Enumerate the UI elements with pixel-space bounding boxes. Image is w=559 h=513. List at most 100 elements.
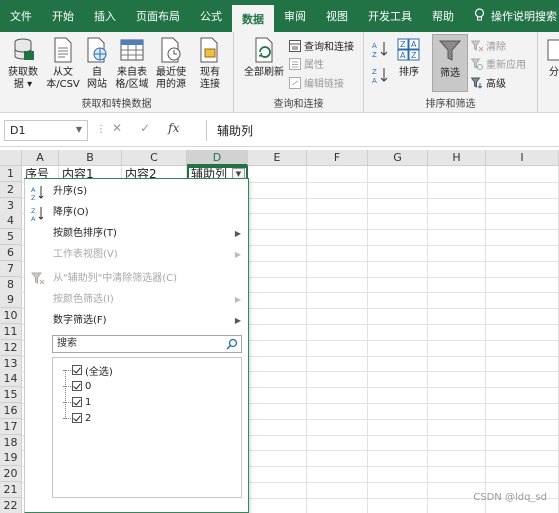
row-header-9[interactable]: 9 — [0, 292, 22, 309]
svg-text:Z: Z — [411, 51, 417, 60]
tab-review[interactable]: 审阅 — [274, 0, 316, 32]
search-icon[interactable] — [226, 338, 238, 350]
row-header-3[interactable]: 3 — [0, 197, 22, 214]
menu-number-filters[interactable]: 数字筛选(F) ▶ — [25, 311, 248, 331]
clear-filter-icon — [470, 39, 483, 52]
list-item-2[interactable]: 2 — [63, 410, 91, 426]
get-data-button[interactable]: 获取数 据 ▾ — [4, 36, 42, 91]
tab-data[interactable]: 数据 — [232, 5, 274, 32]
sort-button[interactable]: ZAAZ 排序 — [394, 36, 424, 79]
row-header-5[interactable]: 5 — [0, 229, 22, 246]
column-header-e[interactable]: E — [248, 150, 307, 166]
menu-filter-by-color[interactable]: 按颜色筛选(I) ▶ — [25, 290, 248, 310]
filter-value-list[interactable]: (全选) 0 1 2 — [52, 357, 242, 498]
tell-me-search[interactable]: 操作说明搜索 — [464, 0, 559, 32]
reapply-button[interactable]: 重新应用 — [470, 56, 526, 71]
row-header-20[interactable]: 20 — [0, 466, 22, 483]
menu-sort-descending[interactable]: ZA 降序(O) — [25, 203, 248, 223]
row-header-18[interactable]: 18 — [0, 434, 22, 451]
menu-sort-ascending[interactable]: AZ 升序(S) — [25, 182, 248, 202]
queries-connections-button[interactable]: 查询和连接 — [288, 38, 354, 53]
row-header-12[interactable]: 12 — [0, 339, 22, 356]
tab-help[interactable]: 帮助 — [422, 0, 464, 32]
menu-sheet-view[interactable]: 工作表视图(V) ▶ — [25, 245, 248, 265]
column-header-h[interactable]: H — [428, 150, 486, 166]
link-icon — [288, 76, 301, 89]
row-header-17[interactable]: 17 — [0, 418, 22, 435]
column-header-a[interactable]: A — [22, 150, 59, 166]
column-header-c[interactable]: C — [122, 150, 187, 166]
chevron-down-icon[interactable]: ▼ — [76, 125, 82, 134]
row-header-16[interactable]: 16 — [0, 403, 22, 419]
tab-developer[interactable]: 开发工具 — [358, 0, 422, 32]
tab-home[interactable]: 开始 — [42, 0, 84, 32]
tab-file[interactable]: 文件 — [0, 0, 42, 32]
from-web-button[interactable]: 自 网站 — [82, 36, 112, 91]
properties-button[interactable]: 属性 — [288, 56, 324, 71]
svg-text:A: A — [372, 77, 377, 84]
from-table-range-button[interactable]: 来自表 格/区域 — [112, 36, 152, 91]
row-header-10[interactable]: 10 — [0, 308, 22, 325]
from-text-csv-button[interactable]: 从文 本/CSV — [44, 36, 82, 91]
svg-text:Z: Z — [31, 207, 36, 215]
column-header-f[interactable]: F — [307, 150, 368, 166]
row-header-19[interactable]: 19 — [0, 450, 22, 467]
sort-ascending-button[interactable]: AZ — [372, 40, 391, 58]
tab-formulas[interactable]: 公式 — [190, 0, 232, 32]
refresh-all-button[interactable]: 全部刷新 — [240, 36, 288, 79]
checkbox-checked-icon[interactable] — [72, 413, 82, 423]
row-header-7[interactable]: 7 — [0, 260, 22, 277]
list-item-0[interactable]: 0 — [63, 378, 91, 394]
row-header-13[interactable]: 13 — [0, 355, 22, 372]
existing-connections-button[interactable]: 现有 连接 — [194, 36, 226, 91]
row-header-22[interactable]: 22 — [0, 497, 22, 513]
column-header-i[interactable]: I — [486, 150, 559, 166]
row-header-8[interactable]: 8 — [0, 276, 22, 293]
svg-text:A: A — [372, 42, 377, 50]
formula-bar-grip-icon: ⋮ — [96, 124, 106, 135]
recent-sources-button[interactable]: 最近使 用的源 — [152, 36, 190, 91]
submenu-arrow-icon: ▶ — [234, 295, 241, 304]
list-item-1[interactable]: 1 — [63, 394, 91, 410]
row-header-1[interactable]: 1 — [0, 166, 22, 182]
tab-insert[interactable]: 插入 — [84, 0, 126, 32]
advanced-filter-button[interactable]: 高级 — [470, 75, 506, 90]
cancel-icon[interactable]: ✕ — [112, 121, 122, 135]
row-header-11[interactable]: 11 — [0, 324, 22, 340]
properties-icon — [288, 57, 301, 70]
list-item-select-all[interactable]: (全选) — [63, 362, 113, 378]
insert-function-icon[interactable]: fx — [168, 121, 179, 135]
checkbox-checked-icon[interactable] — [72, 365, 82, 375]
filter-button[interactable]: 筛选 — [432, 34, 468, 92]
menu-clear-filter[interactable]: 从"辅助列"中清除筛选器(C) — [25, 269, 248, 289]
select-all-corner[interactable] — [0, 150, 22, 166]
sort-za-icon: ZA — [31, 206, 45, 223]
name-box[interactable]: D1 ▼ — [4, 120, 88, 141]
tab-page-layout[interactable]: 页面布局 — [126, 0, 190, 32]
formula-input[interactable]: 辅助列 — [206, 120, 559, 141]
checkbox-checked-icon[interactable] — [72, 397, 82, 407]
row-header-6[interactable]: 6 — [0, 245, 22, 261]
group-label-sort-filter: 排序和筛选 — [425, 99, 476, 110]
menu-sort-by-color[interactable]: 按颜色排序(T) ▶ — [25, 224, 248, 244]
column-header-d[interactable]: D — [187, 150, 248, 166]
text-to-columns-button[interactable]: 分 — [544, 36, 559, 79]
clear-filter-button[interactable]: 清除 — [470, 38, 506, 53]
group-get-transform: 获取数 据 ▾ 从文 本/CSV 自 网站 来自表 格/区域 最近使 用的源 现… — [0, 32, 234, 112]
svg-text:A: A — [400, 51, 406, 60]
ribbon-tab-bar: 文件 开始 插入 页面布局 公式 数据 审阅 视图 开发工具 帮助 操作说明搜索 — [0, 0, 559, 32]
column-header-b[interactable]: B — [59, 150, 122, 166]
tab-view[interactable]: 视图 — [316, 0, 358, 32]
row-header-21[interactable]: 21 — [0, 482, 22, 498]
edit-links-button[interactable]: 编辑链接 — [288, 75, 344, 90]
row-header-14[interactable]: 14 — [0, 371, 22, 388]
row-header-4[interactable]: 4 — [0, 213, 22, 230]
group-label-queries: 查询和连接 — [273, 99, 324, 110]
sort-descending-button[interactable]: ZA — [372, 66, 391, 84]
checkbox-checked-icon[interactable] — [72, 381, 82, 391]
filter-search-input[interactable]: 搜索 — [52, 335, 242, 353]
column-header-g[interactable]: G — [368, 150, 428, 166]
enter-check-icon[interactable]: ✓ — [140, 121, 150, 135]
row-header-15[interactable]: 15 — [0, 387, 22, 404]
row-header-2[interactable]: 2 — [0, 181, 22, 198]
